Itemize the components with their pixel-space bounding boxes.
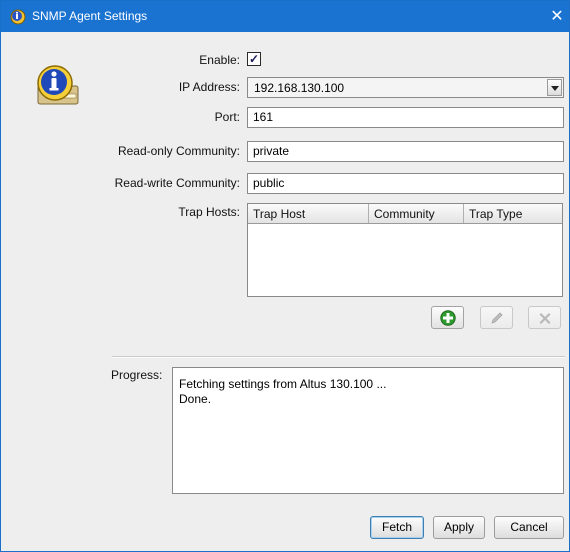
ip-address-value: 192.168.130.100 [254,81,345,95]
delete-trap-host-button[interactable] [528,306,561,329]
read-only-community-label: Read-only Community: [117,144,240,158]
section-divider [112,356,565,358]
read-write-community-label: Read-write Community: [114,176,240,190]
trap-hosts-table-header: Trap Host Community Trap Type [248,204,562,224]
column-header-trap-type[interactable]: Trap Type [464,204,562,223]
cancel-button[interactable]: Cancel [494,516,564,539]
column-header-community[interactable]: Community [369,204,464,223]
ip-address-label: IP Address: [178,80,240,94]
port-field[interactable]: 161 [247,107,564,128]
progress-log-line: Done. [179,392,212,406]
x-icon [539,313,551,324]
read-only-community-field[interactable]: private [247,141,564,162]
title-bar[interactable]: SNMP Agent Settings ✕ [1,1,569,32]
window-title: SNMP Agent Settings [32,9,148,23]
trap-hosts-label: Trap Hosts: [178,205,240,219]
progress-log[interactable]: Fetching settings from Altus 130.100 ...… [172,367,564,494]
column-header-trap-host[interactable]: Trap Host [248,204,369,223]
pencil-icon [491,312,503,324]
enable-label: Enable: [199,53,240,67]
trap-hosts-table[interactable]: Trap Host Community Trap Type [247,203,563,297]
ip-address-select[interactable]: 192.168.130.100 [247,77,564,98]
progress-log-line: Fetching settings from Altus 130.100 ... [179,377,387,391]
info-icon [37,65,79,105]
read-write-community-field[interactable]: public [247,173,564,194]
chevron-down-icon[interactable] [547,79,562,96]
plus-icon [440,310,456,326]
enable-checkbox[interactable]: ✓ [247,52,261,66]
fetch-button[interactable]: Fetch [370,516,424,539]
progress-label: Progress: [111,368,163,382]
app-icon [10,9,26,25]
snmp-settings-dialog: SNMP Agent Settings ✕ Enable: ✓ IP Addre… [0,0,570,552]
close-icon[interactable]: ✕ [545,1,569,32]
port-label: Port: [214,110,240,124]
edit-trap-host-button[interactable] [480,306,513,329]
apply-button[interactable]: Apply [433,516,485,539]
add-trap-host-button[interactable] [431,306,464,329]
